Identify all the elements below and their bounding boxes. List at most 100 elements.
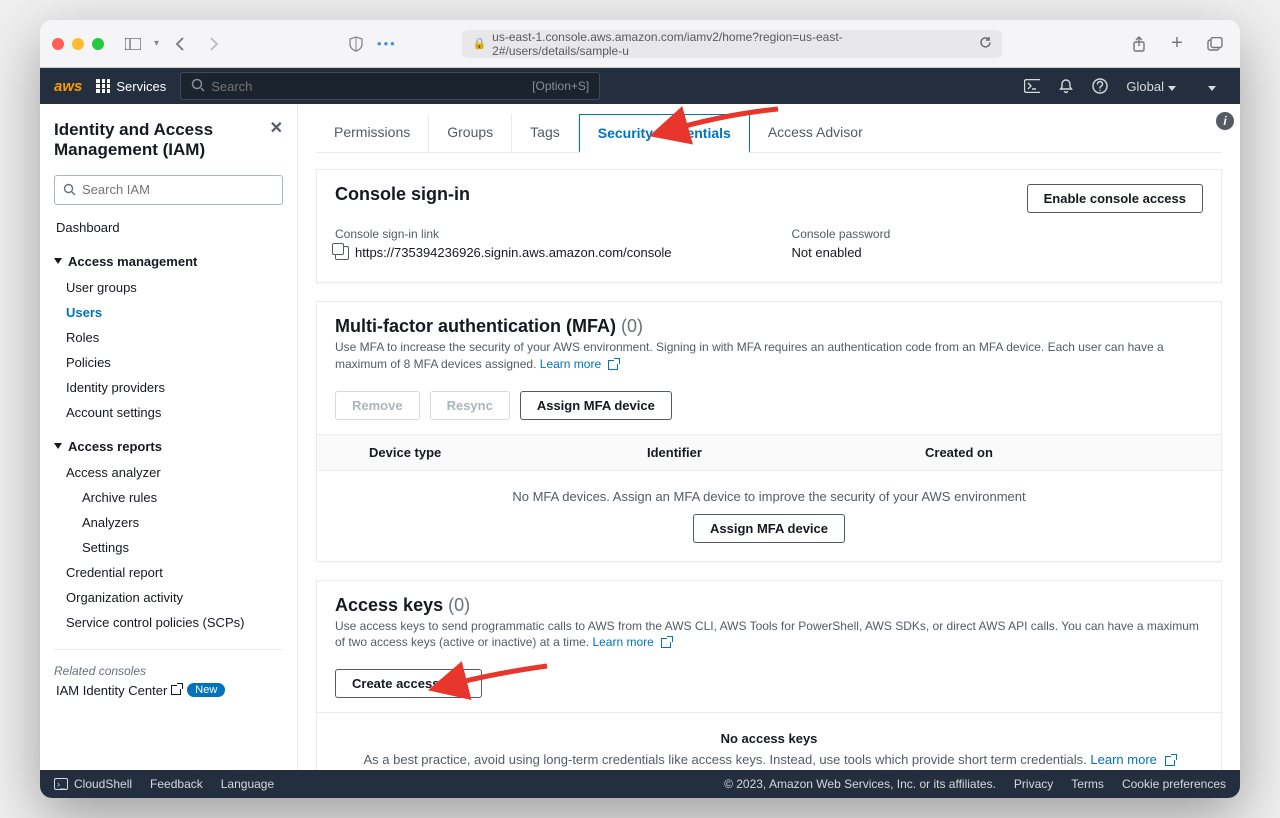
mfa-table-header: Device type Identifier Created on — [317, 434, 1221, 471]
new-badge: New — [187, 683, 225, 697]
create-access-key-button[interactable]: Create access key — [335, 669, 482, 698]
sidebar-item-dashboard[interactable]: Dashboard — [54, 215, 283, 240]
no-access-keys-title: No access keys — [335, 731, 1203, 746]
tab-access-advisor[interactable]: Access Advisor — [750, 114, 881, 152]
tab-groups[interactable]: Groups — [429, 114, 512, 152]
tabs-icon[interactable] — [1202, 33, 1228, 55]
external-link-icon — [661, 638, 671, 648]
tab-security-credentials[interactable]: Security credentials — [579, 114, 750, 153]
assign-mfa-button[interactable]: Assign MFA device — [520, 391, 672, 420]
signin-link-value: https://735394236926.signin.aws.amazon.c… — [355, 245, 672, 260]
sidebar-item-archive-rules[interactable]: Archive rules — [54, 485, 283, 510]
chevron-down-icon — [54, 258, 62, 264]
assign-mfa-empty-button[interactable]: Assign MFA device — [693, 514, 845, 543]
back-icon[interactable] — [167, 33, 193, 55]
language-link[interactable]: Language — [221, 777, 274, 791]
cookie-preferences-link[interactable]: Cookie preferences — [1122, 777, 1226, 791]
region-selector[interactable]: Global — [1126, 79, 1176, 94]
sidebar-section-access[interactable]: Access management — [54, 254, 283, 269]
sidebar-item-settings[interactable]: Settings — [54, 535, 283, 560]
maximize-window-icon[interactable] — [92, 38, 104, 50]
sidebar-search-input[interactable] — [82, 182, 274, 197]
external-link-icon — [1165, 756, 1175, 766]
privacy-link[interactable]: Privacy — [1014, 777, 1053, 791]
aws-footer: ›_ CloudShell Feedback Language © 2023, … — [40, 770, 1240, 798]
th-device-type: Device type — [369, 445, 647, 460]
nav-search-input[interactable] — [211, 79, 532, 94]
iam-sidebar: ✕ Identity and Access Management (IAM) D… — [40, 104, 298, 770]
close-window-icon[interactable] — [52, 38, 64, 50]
forward-icon[interactable] — [201, 33, 227, 55]
lock-icon: 🔒 — [472, 37, 486, 50]
tab-tags[interactable]: Tags — [512, 114, 579, 152]
sidebar-title: Identity and Access Management (IAM) — [54, 120, 283, 161]
info-icon[interactable]: i — [1216, 112, 1234, 130]
access-keys-empty-learn-more[interactable]: Learn more — [1090, 752, 1174, 767]
access-keys-learn-more-link[interactable]: Learn more — [592, 635, 671, 649]
mfa-description: Use MFA to increase the security of your… — [317, 339, 1221, 383]
services-label: Services — [116, 79, 166, 94]
user-tabs: Permissions Groups Tags Security credent… — [316, 114, 1222, 153]
feedback-link[interactable]: Feedback — [150, 777, 203, 791]
th-identifier: Identifier — [647, 445, 925, 460]
chevron-down-icon[interactable]: ▾ — [154, 38, 159, 49]
copy-icon[interactable] — [335, 246, 349, 260]
aws-logo[interactable]: aws — [54, 78, 82, 95]
sidebar-item-account-settings[interactable]: Account settings — [54, 400, 283, 425]
address-bar[interactable]: 🔒 us-east-1.console.aws.amazon.com/iamv2… — [462, 30, 1002, 58]
console-signin-title: Console sign-in — [335, 184, 470, 205]
sidebar-item-credential-report[interactable]: Credential report — [54, 560, 283, 585]
share-icon[interactable] — [1126, 33, 1152, 55]
sidebar-item-users[interactable]: Users — [54, 300, 283, 325]
minimize-window-icon[interactable] — [72, 38, 84, 50]
th-created-on: Created on — [925, 445, 1203, 460]
shield-icon[interactable] — [343, 33, 369, 55]
access-keys-description: Use access keys to send programmatic cal… — [317, 618, 1221, 662]
sidebar-item-identity-providers[interactable]: Identity providers — [54, 375, 283, 400]
mfa-learn-more-link[interactable]: Learn more — [540, 357, 619, 371]
access-keys-title: Access keys (0) — [335, 595, 470, 616]
access-keys-empty-state: No access keys As a best practice, avoid… — [317, 713, 1221, 770]
sidebar-item-iam-identity-center[interactable]: IAM Identity Center New — [54, 678, 283, 703]
grid-icon — [96, 79, 110, 93]
mfa-panel: Multi-factor authentication (MFA) (0) Us… — [316, 301, 1222, 562]
search-shortcut: [Option+S] — [532, 79, 589, 93]
sidebar-search[interactable] — [54, 175, 283, 205]
new-tab-icon[interactable]: + — [1164, 33, 1190, 55]
enable-console-access-button[interactable]: Enable console access — [1027, 184, 1203, 213]
mfa-title: Multi-factor authentication (MFA) (0) — [335, 316, 643, 337]
services-menu[interactable]: Services — [96, 79, 166, 94]
copyright-text: © 2023, Amazon Web Services, Inc. or its… — [724, 777, 996, 791]
close-icon[interactable]: ✕ — [270, 118, 283, 138]
external-link-icon — [608, 360, 618, 370]
sidebar-toggle-icon[interactable] — [120, 33, 146, 55]
sidebar-item-scps[interactable]: Service control policies (SCPs) — [54, 610, 283, 635]
sidebar-item-user-groups[interactable]: User groups — [54, 275, 283, 300]
window-controls — [52, 38, 104, 50]
console-password-label: Console password — [792, 227, 891, 241]
cloudshell-link[interactable]: ›_ CloudShell — [54, 777, 132, 791]
sidebar-section-reports[interactable]: Access reports — [54, 439, 283, 454]
aws-top-nav: aws Services [Option+S] Global — [40, 68, 1240, 104]
url-text: us-east-1.console.aws.amazon.com/iamv2/h… — [492, 30, 965, 58]
notifications-icon[interactable] — [1058, 78, 1074, 94]
tab-permissions[interactable]: Permissions — [316, 114, 429, 152]
tracking-badge[interactable]: ••• — [377, 36, 397, 51]
browser-chrome: ▾ ••• 🔒 us-east-1.console.aws.amazon.com… — [40, 20, 1240, 68]
console-password-value: Not enabled — [792, 245, 891, 260]
sidebar-item-analyzers[interactable]: Analyzers — [54, 510, 283, 535]
reload-icon[interactable] — [979, 36, 992, 52]
signin-link-label: Console sign-in link — [335, 227, 672, 241]
account-menu[interactable] — [1194, 79, 1226, 94]
sidebar-item-policies[interactable]: Policies — [54, 350, 283, 375]
nav-search[interactable]: [Option+S] — [180, 72, 600, 100]
resync-mfa-button: Resync — [430, 391, 510, 420]
chevron-down-icon — [1168, 86, 1176, 91]
terms-link[interactable]: Terms — [1071, 777, 1104, 791]
cloudshell-icon: ›_ — [54, 778, 68, 790]
sidebar-item-access-analyzer[interactable]: Access analyzer — [54, 460, 283, 485]
cloudshell-nav-icon[interactable] — [1024, 78, 1040, 94]
help-icon[interactable] — [1092, 78, 1108, 94]
sidebar-item-organization-activity[interactable]: Organization activity — [54, 585, 283, 610]
sidebar-item-roles[interactable]: Roles — [54, 325, 283, 350]
